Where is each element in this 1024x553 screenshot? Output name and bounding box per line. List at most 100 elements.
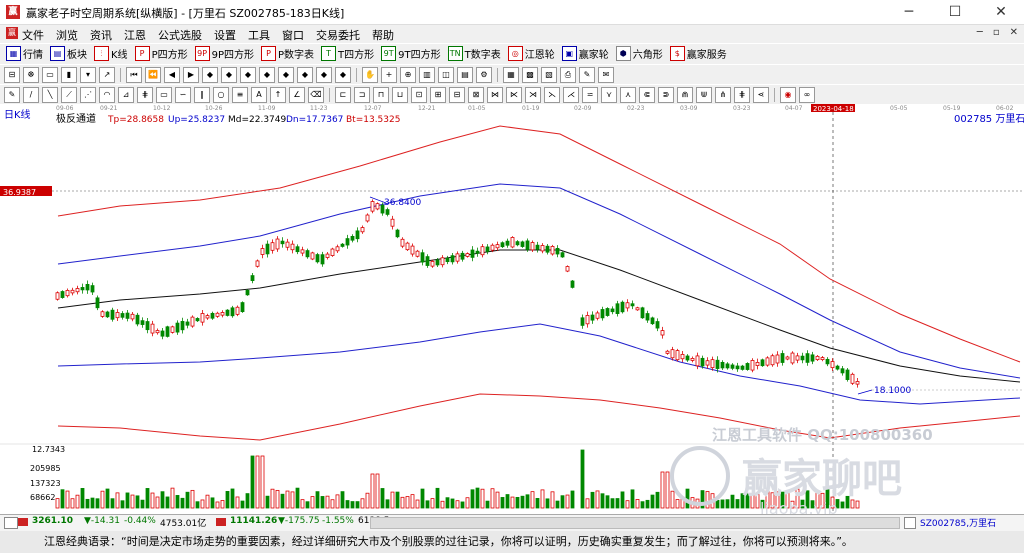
- toolbar-winner-wheel-button[interactable]: ▣ 赢家轮: [560, 46, 611, 61]
- tool-icon[interactable]: ⊓: [373, 87, 389, 103]
- arrow-icon[interactable]: ↑: [270, 87, 286, 103]
- diamond-icon[interactable]: ◆: [202, 67, 218, 83]
- diamond-icon[interactable]: ◆: [278, 67, 294, 83]
- tool-icon[interactable]: ⊔: [392, 87, 408, 103]
- toolbar-9t-square-button[interactable]: 9T 9T四方形: [379, 46, 442, 61]
- tool-icon[interactable]: ⋍: [582, 87, 598, 103]
- tool-icon[interactable]: ⋒: [677, 87, 693, 103]
- menu-help[interactable]: 帮助: [372, 27, 394, 43]
- minimize-button[interactable]: ─: [886, 0, 932, 24]
- box-icon[interactable]: ▭: [156, 87, 172, 103]
- channel-icon[interactable]: ∥: [194, 87, 210, 103]
- mdi-restore-button[interactable]: ▫: [993, 27, 1000, 38]
- tool-icon[interactable]: ⋌: [563, 87, 579, 103]
- mdi-close-button[interactable]: ✕: [1010, 27, 1018, 38]
- toolbar-t-square-button[interactable]: T T四方形: [319, 46, 376, 61]
- menu-file[interactable]: 文件: [22, 27, 44, 43]
- menu-window[interactable]: 窗口: [282, 27, 304, 43]
- tool-icon[interactable]: ⋎: [601, 87, 617, 103]
- print-icon[interactable]: ⎙: [560, 67, 576, 83]
- pen-icon[interactable]: ✎: [4, 87, 20, 103]
- text-icon[interactable]: A: [251, 87, 267, 103]
- calendar-icon[interactable]: ▦: [503, 67, 519, 83]
- tool-icon[interactable]: ⋐: [639, 87, 655, 103]
- infinity-icon[interactable]: ∞: [799, 87, 815, 103]
- book-icon[interactable]: ▧: [541, 67, 557, 83]
- tools-icon[interactable]: ✎: [579, 67, 595, 83]
- tool-icon[interactable]: ⋑: [658, 87, 674, 103]
- toolbar-t-table-button[interactable]: TN T数字表: [446, 46, 503, 61]
- kline-chart-panel[interactable]: 09-06 09-21 10-12 10-26 11-09 11-23 12-0…: [0, 104, 1024, 518]
- toolbar-kline-button[interactable]: ⫶ K线: [92, 46, 130, 61]
- network-icon[interactable]: ☸: [23, 67, 39, 83]
- status-grid-icon[interactable]: [4, 517, 18, 529]
- calc-icon[interactable]: ▩: [522, 67, 538, 83]
- tool-icon[interactable]: ⋏: [620, 87, 636, 103]
- grid-lines-icon[interactable]: ⋕: [137, 87, 153, 103]
- tool-icon[interactable]: ⊏: [335, 87, 351, 103]
- menu-browse[interactable]: 浏览: [56, 27, 78, 43]
- tool-icon[interactable]: ⊞: [430, 87, 446, 103]
- toolbar-hexagon-button[interactable]: ⬢ 六角形: [614, 46, 665, 61]
- hand-icon[interactable]: ✋: [362, 67, 378, 83]
- left-arrow-icon[interactable]: ◀: [164, 67, 180, 83]
- cycle-icon[interactable]: ∽: [175, 87, 191, 103]
- tool-icon[interactable]: ⋖: [753, 87, 769, 103]
- window-icon[interactable]: ◫: [438, 67, 454, 83]
- tool-icon[interactable]: ⊠: [468, 87, 484, 103]
- stock-icon[interactable]: ▥: [419, 67, 435, 83]
- menu-settings[interactable]: 设置: [214, 27, 236, 43]
- ruler-icon[interactable]: /: [23, 87, 39, 103]
- toolbar-quote-button[interactable]: ▦ 行情: [4, 46, 45, 61]
- tool-icon[interactable]: ⋔: [715, 87, 731, 103]
- menu-gann[interactable]: 江恩: [124, 27, 146, 43]
- line-icon[interactable]: ╲: [42, 87, 58, 103]
- toolbar-9p-square-button[interactable]: 9P 9P四方形: [193, 46, 256, 61]
- kline-chart[interactable]: 09-06 09-21 10-12 10-26 11-09 11-23 12-0…: [0, 104, 1024, 518]
- fib-icon[interactable]: ≡: [232, 87, 248, 103]
- toolbar-p-square-button[interactable]: P P四方形: [133, 46, 190, 61]
- diamond-icon[interactable]: ◆: [297, 67, 313, 83]
- zoom-icon[interactable]: ⊕: [400, 67, 416, 83]
- chart-icon[interactable]: ▤: [457, 67, 473, 83]
- trend-icon[interactable]: ↗: [99, 67, 115, 83]
- settings-icon[interactable]: ⚙: [476, 67, 492, 83]
- layout-icon[interactable]: ⊟: [4, 67, 20, 83]
- toolbar-p-table-button[interactable]: P P数字表: [259, 46, 316, 61]
- tool-icon[interactable]: ⋕: [734, 87, 750, 103]
- diamond-icon[interactable]: ◆: [240, 67, 256, 83]
- color-wheel-icon[interactable]: ◉: [780, 87, 796, 103]
- close-button[interactable]: ✕: [978, 0, 1024, 24]
- diamond-icon[interactable]: ◆: [221, 67, 237, 83]
- diamond-icon[interactable]: ◆: [316, 67, 332, 83]
- lock-icon[interactable]: [904, 517, 916, 529]
- tool-icon[interactable]: ⋊: [525, 87, 541, 103]
- tool-icon[interactable]: ⋈: [487, 87, 503, 103]
- gann-fan-icon[interactable]: ⊿: [118, 87, 134, 103]
- maximize-button[interactable]: ☐: [932, 0, 978, 24]
- tool-icon[interactable]: ⋓: [696, 87, 712, 103]
- toolbar-sector-button[interactable]: ▤ 板块: [48, 46, 89, 61]
- mdi-minimize-button[interactable]: ─: [977, 27, 983, 38]
- tool-icon[interactable]: ⋉: [506, 87, 522, 103]
- folder-icon[interactable]: ▭: [42, 67, 58, 83]
- tool-icon[interactable]: ⊐: [354, 87, 370, 103]
- menu-trade[interactable]: 交易委托: [316, 27, 360, 43]
- arc-icon[interactable]: ◠: [99, 87, 115, 103]
- scale-icon[interactable]: ▾: [80, 67, 96, 83]
- diamond-icon[interactable]: ◆: [259, 67, 275, 83]
- tool-icon[interactable]: ⋋: [544, 87, 560, 103]
- menu-tools[interactable]: 工具: [248, 27, 270, 43]
- tool-icon[interactable]: ⊟: [449, 87, 465, 103]
- horizontal-scrollbar[interactable]: [370, 517, 900, 529]
- angle-icon[interactable]: ∠: [289, 87, 305, 103]
- bar-chart-icon[interactable]: ▮: [61, 67, 77, 83]
- first-icon[interactable]: ⏮: [126, 67, 142, 83]
- toolbar-service-button[interactable]: $ 赢家服务: [668, 46, 729, 61]
- circle-icon[interactable]: ○: [213, 87, 229, 103]
- note-icon[interactable]: ✉: [598, 67, 614, 83]
- right-arrow-icon[interactable]: ▶: [183, 67, 199, 83]
- tool-icon[interactable]: ⊡: [411, 87, 427, 103]
- trendline-icon[interactable]: ⟋: [61, 87, 77, 103]
- diamond-icon[interactable]: ◆: [335, 67, 351, 83]
